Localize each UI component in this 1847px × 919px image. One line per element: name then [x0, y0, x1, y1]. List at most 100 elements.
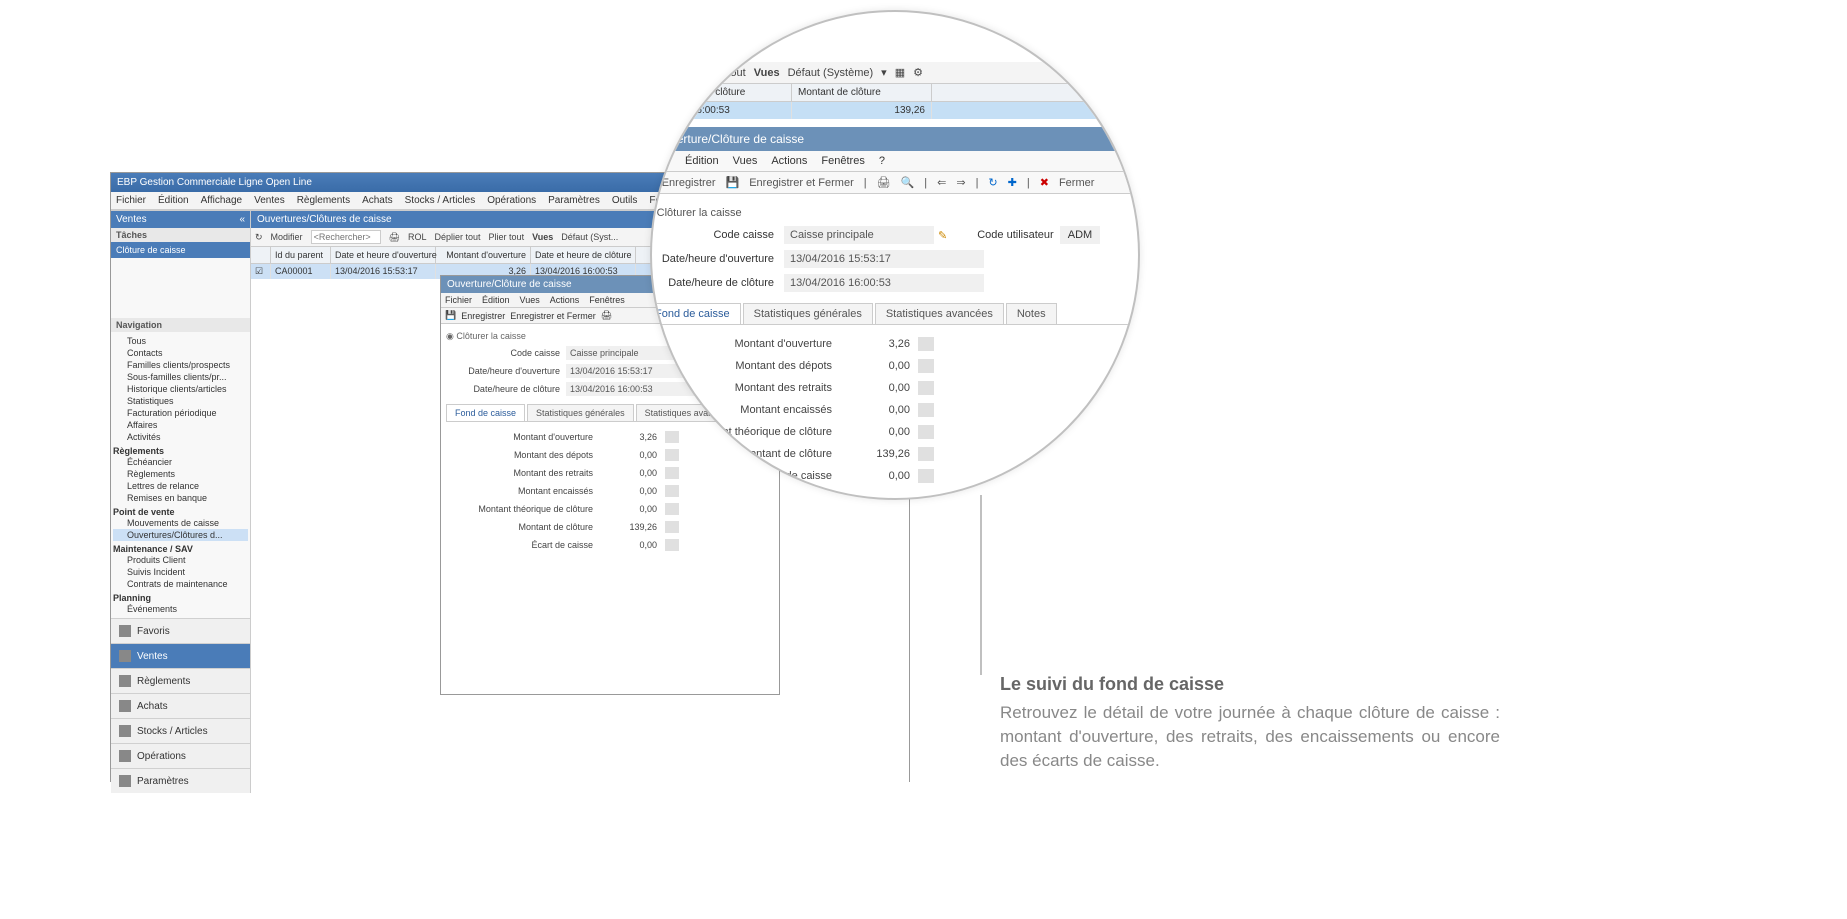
nav-produits-client[interactable]: Produits Client	[113, 554, 248, 566]
navbtn-stocks[interactable]: Stocks / Articles	[111, 718, 250, 743]
print-icon[interactable]: 🖨	[601, 310, 612, 321]
lens-col-close-date[interactable]: Date et heure de clôture	[650, 84, 792, 101]
radio-cloturer[interactable]: ◉	[446, 331, 454, 341]
modifier-button[interactable]: Modifier	[271, 232, 303, 242]
nav-suivis[interactable]: Suivis Incident	[113, 566, 248, 578]
nav-historique[interactable]: Historique clients/articles	[113, 383, 248, 395]
collapse-icon[interactable]: «	[239, 214, 245, 225]
nav-sous-familles[interactable]: Sous-familles clients/pr...	[113, 371, 248, 383]
lens-col-close-amount[interactable]: Montant de clôture	[792, 84, 932, 101]
save-close-icon[interactable]: 💾	[726, 176, 740, 189]
nav-activites[interactable]: Activités	[113, 431, 248, 443]
val-code-caisse[interactable]: Caisse principale	[784, 226, 934, 244]
print-icon[interactable]: 🖨	[877, 176, 891, 189]
tab-fond[interactable]: Fond de caisse	[650, 303, 741, 324]
refresh-icon[interactable]: ↻	[988, 176, 997, 189]
grp-pdv[interactable]: Point de vente	[113, 507, 248, 517]
navbtn-reglements[interactable]: Règlements	[111, 668, 250, 693]
tab-stats-gen[interactable]: Statistiques générales	[527, 404, 634, 421]
deplier-button[interactable]: Déplier tout	[650, 67, 694, 79]
nav-mouvements[interactable]: Mouvements de caisse	[113, 517, 248, 529]
dmenu-vues[interactable]: Vues	[520, 295, 540, 305]
menu-stocks[interactable]: Stocks / Articles	[405, 195, 476, 206]
plier-button[interactable]: Plier tout	[702, 67, 745, 79]
menu-fichier[interactable]: Fichier	[116, 195, 146, 206]
dmenu-vues[interactable]: Vues	[733, 155, 758, 167]
nav-reglements[interactable]: Règlements	[113, 468, 248, 480]
tab-fond[interactable]: Fond de caisse	[446, 404, 525, 421]
nav-contacts[interactable]: Contacts	[113, 347, 248, 359]
plier-button[interactable]: Plier tout	[489, 232, 525, 242]
deplier-button[interactable]: Déplier tout	[435, 232, 481, 242]
add-icon[interactable]: ✚	[1008, 176, 1017, 189]
search-input[interactable]	[311, 230, 381, 244]
menu-edition[interactable]: Édition	[158, 195, 189, 206]
nav-echeancier[interactable]: Échéancier	[113, 456, 248, 468]
menu-reglements[interactable]: Règlements	[297, 195, 350, 206]
menu-parametres[interactable]: Paramètres	[548, 195, 600, 206]
dmenu-fichier[interactable]: Fichier	[445, 295, 472, 305]
grp-sav[interactable]: Maintenance / SAV	[113, 544, 248, 554]
next-icon[interactable]: ⇒	[956, 176, 965, 189]
val-code-user[interactable]: ADM	[1060, 226, 1100, 244]
nav-tous[interactable]: Tous	[113, 335, 248, 347]
dmenu-edition[interactable]: Édition	[685, 155, 719, 167]
dmenu-actions[interactable]: Actions	[550, 295, 580, 305]
col-open-amount[interactable]: Montant d'ouverture	[436, 247, 531, 263]
navbtn-achats[interactable]: Achats	[111, 693, 250, 718]
col-checkbox[interactable]	[251, 247, 271, 263]
col-close-date[interactable]: Date et heure de clôture	[531, 247, 636, 263]
tab-stats-av[interactable]: Statistiques avancées	[875, 303, 1004, 324]
dmenu-edition[interactable]: Édition	[482, 295, 510, 305]
menu-achats[interactable]: Achats	[362, 195, 393, 206]
chevron-down-icon[interactable]: ▾	[881, 66, 887, 79]
menu-outils[interactable]: Outils	[612, 195, 638, 206]
dmenu-fichier[interactable]: Fichier	[650, 155, 671, 167]
dmenu-fenetres[interactable]: Fenêtres	[589, 295, 625, 305]
preview-icon[interactable]: 🔍	[901, 176, 915, 189]
vues-dropdown[interactable]: Défaut (Syst...	[561, 232, 618, 242]
nav-remises[interactable]: Remises en banque	[113, 492, 248, 504]
vues-dropdown[interactable]: Défaut (Système)	[788, 67, 874, 79]
grid-icon[interactable]: ▦	[895, 66, 905, 79]
nav-statistiques[interactable]: Statistiques	[113, 395, 248, 407]
navbtn-parametres[interactable]: Paramètres	[111, 768, 250, 793]
navbtn-operations[interactable]: Opérations	[111, 743, 250, 768]
lens-row[interactable]: 13/04/2016 16:00:53 139,26	[650, 102, 1140, 119]
grp-planning[interactable]: Planning	[113, 593, 248, 603]
val-open[interactable]: 13/04/2016 15:53:17	[784, 250, 984, 268]
val-close[interactable]: 13/04/2016 16:00:53	[784, 274, 984, 292]
prev-icon[interactable]: ⇐	[937, 176, 946, 189]
nav-familles-clients[interactable]: Familles clients/prospects	[113, 359, 248, 371]
col-open-date[interactable]: Date et heure d'ouverture	[331, 247, 436, 263]
col-id[interactable]: Id du parent	[271, 247, 331, 263]
tab-notes[interactable]: Notes	[1006, 303, 1057, 324]
print-icon[interactable]: 🖨	[389, 232, 400, 243]
navbtn-favoris[interactable]: Favoris	[111, 618, 250, 643]
save-button[interactable]: Enregistrer	[662, 177, 716, 189]
nav-ouvertures-clotures[interactable]: Ouvertures/Clôtures d...	[113, 529, 248, 541]
close-icon[interactable]: ✖	[1040, 176, 1049, 189]
dmenu-fenetres[interactable]: Fenêtres	[821, 155, 864, 167]
menu-operations[interactable]: Opérations	[487, 195, 536, 206]
save-button[interactable]: Enregistrer	[461, 311, 505, 321]
dmenu-actions[interactable]: Actions	[771, 155, 807, 167]
rol-button[interactable]: ROL	[408, 232, 427, 242]
menu-affichage[interactable]: Affichage	[201, 195, 243, 206]
tab-stats-gen[interactable]: Statistiques générales	[743, 303, 873, 324]
save-close-button[interactable]: Enregistrer et Fermer	[510, 311, 596, 321]
grp-reglements[interactable]: Règlements	[113, 446, 248, 456]
save-close-button[interactable]: Enregistrer et Fermer	[749, 177, 854, 189]
tool-icon[interactable]: ⚙	[913, 66, 923, 79]
close-button[interactable]: Fermer	[1059, 177, 1094, 189]
menu-ventes[interactable]: Ventes	[254, 195, 285, 206]
dmenu-help[interactable]: ?	[879, 155, 885, 167]
nav-facturation[interactable]: Facturation périodique	[113, 407, 248, 419]
nav-affaires[interactable]: Affaires	[113, 419, 248, 431]
nav-lettres[interactable]: Lettres de relance	[113, 480, 248, 492]
navbtn-ventes[interactable]: Ventes	[111, 643, 250, 668]
edit-icon[interactable]: ✎	[938, 229, 947, 242]
nav-contrats[interactable]: Contrats de maintenance	[113, 578, 248, 590]
save-icon[interactable]: 💾	[445, 310, 456, 321]
task-cloture[interactable]: Clôture de caisse	[111, 242, 250, 258]
